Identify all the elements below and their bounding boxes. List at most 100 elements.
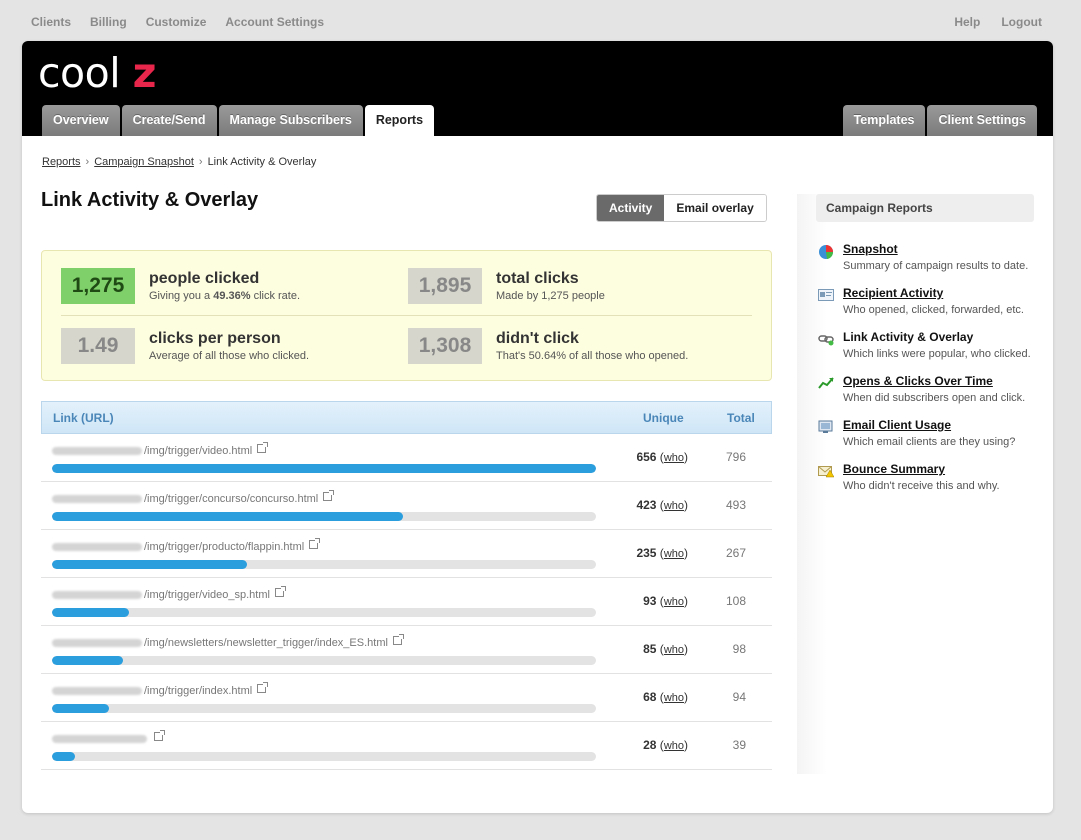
- table-row: /img/trigger/producto/flappin.html 235 (w…: [41, 530, 772, 578]
- who-link[interactable]: who: [664, 740, 684, 752]
- unique-count: 28: [643, 738, 657, 752]
- click-bar: [52, 608, 596, 617]
- who-link[interactable]: who: [664, 500, 684, 512]
- column-header-total[interactable]: Total: [727, 411, 755, 425]
- sidebar-report-title[interactable]: Recipient Activity: [843, 286, 943, 300]
- blurred-domain: [52, 591, 142, 600]
- external-link-icon[interactable]: [309, 538, 321, 549]
- stat-label: total clicks: [496, 270, 579, 287]
- nav-billing-link[interactable]: Billing: [90, 15, 127, 29]
- external-link-icon[interactable]: [257, 442, 269, 453]
- sidebar-report-title[interactable]: Opens & Clicks Over Time: [843, 374, 993, 388]
- monitor-icon: [818, 420, 834, 434]
- tab-create-send[interactable]: Create/Send: [121, 105, 217, 136]
- logo-accent-text: z: [132, 49, 157, 97]
- link-url[interactable]: /img/trigger/producto/flappin.html: [52, 538, 321, 553]
- link-url[interactable]: /img/trigger/video.html: [52, 442, 269, 457]
- link-chain-icon: [818, 332, 834, 346]
- sidebar-report-title: Link Activity & Overlay: [843, 330, 974, 344]
- sidebar-report-item[interactable]: Bounce Summary Who didn't receive this an…: [818, 462, 1038, 502]
- view-toggle: Activity Email overlay: [596, 194, 767, 222]
- click-bar-fill: [52, 512, 403, 521]
- nav-logout-link[interactable]: Logout: [1001, 15, 1042, 29]
- who-link[interactable]: who: [664, 692, 684, 704]
- total-clicks: 267: [725, 546, 746, 560]
- tab-manage-subscribers[interactable]: Manage Subscribers: [218, 105, 363, 136]
- sidebar-report-item[interactable]: Email Client Usage Which email clients ar…: [818, 418, 1038, 458]
- nav-clients-link[interactable]: Clients: [31, 15, 71, 29]
- total-clicks: 39: [732, 738, 746, 752]
- main-tabs: Overview Create/Send Manage Subscribers …: [42, 105, 435, 136]
- sidebar-report-title[interactable]: Email Client Usage: [843, 418, 951, 432]
- link-url[interactable]: /img/newsletters/newsletter_trigger/inde…: [52, 634, 404, 649]
- blurred-domain: [52, 447, 142, 456]
- external-link-icon[interactable]: [323, 490, 335, 501]
- who-link[interactable]: who: [664, 452, 684, 464]
- total-clicks: 108: [725, 594, 746, 608]
- link-url[interactable]: /img/trigger/video_sp.html: [52, 586, 286, 601]
- breadcrumb-reports-link[interactable]: Reports: [42, 156, 81, 168]
- pie-chart-icon: [818, 244, 834, 259]
- unique-clicks: 68 (who): [643, 690, 688, 704]
- who-link[interactable]: who: [664, 596, 684, 608]
- click-bar: [52, 512, 596, 521]
- breadcrumb-separator: ›: [85, 156, 90, 168]
- nav-help-link[interactable]: Help: [954, 15, 980, 29]
- click-bar: [52, 752, 596, 761]
- who-link[interactable]: who: [664, 548, 684, 560]
- nav-account-settings-link[interactable]: Account Settings: [225, 15, 324, 29]
- external-link-icon[interactable]: [257, 682, 269, 693]
- stat-number: 1,895: [408, 268, 482, 304]
- stat-description: Average of all those who clicked.: [149, 350, 309, 362]
- sidebar-report-item[interactable]: Snapshot Summary of campaign results to d…: [818, 242, 1038, 282]
- column-header-unique[interactable]: Unique: [643, 411, 684, 425]
- stat-didnt-click: 1,308 didn't click That's 50.64% of all …: [408, 328, 748, 368]
- total-clicks: 98: [732, 642, 746, 656]
- email-overlay-toggle-button[interactable]: Email overlay: [664, 195, 766, 221]
- line-chart-icon: [818, 376, 834, 390]
- link-path: /img/trigger/producto/flappin.html: [144, 541, 305, 553]
- table-row: /img/newsletters/newsletter_trigger/inde…: [41, 626, 772, 674]
- nav-customize-link[interactable]: Customize: [146, 15, 207, 29]
- stat-desc-text: Giving you a: [149, 290, 214, 302]
- unique-clicks: 423 (who): [636, 498, 688, 512]
- click-bar: [52, 704, 596, 713]
- stat-desc-bold: 49.36%: [213, 290, 251, 302]
- stat-clicks-per-person: 1.49 clicks per person Average of all th…: [61, 328, 401, 368]
- sidebar-report-title[interactable]: Snapshot: [843, 242, 898, 256]
- envelope-warning-icon: [818, 464, 835, 478]
- tab-overview[interactable]: Overview: [42, 105, 120, 136]
- table-body: /img/trigger/video.html 656 (who) 796/img/…: [41, 434, 772, 770]
- blurred-domain: [52, 639, 142, 648]
- unique-count: 423: [636, 498, 657, 512]
- link-url[interactable]: /img/trigger/index.html: [52, 682, 269, 697]
- stat-label: didn't click: [496, 330, 579, 347]
- link-path: /img/trigger/concurso/concurso.html: [144, 493, 319, 505]
- tab-reports[interactable]: Reports: [364, 105, 435, 136]
- activity-toggle-button[interactable]: Activity: [597, 195, 665, 221]
- table-row: /img/trigger/video.html 656 (who) 796: [41, 434, 772, 482]
- column-header-link[interactable]: Link (URL): [53, 411, 114, 425]
- who-link[interactable]: who: [664, 644, 684, 656]
- link-url[interactable]: /img/trigger/concurso/concurso.html: [52, 490, 335, 505]
- tab-templates[interactable]: Templates: [842, 105, 926, 136]
- sidebar-report-description: Which email clients are they using?: [843, 436, 1016, 448]
- stats-summary-panel: 1,275 people clicked Giving you a 49.36%…: [41, 250, 772, 381]
- table-row: /img/trigger/concurso/concurso.html 423 (…: [41, 482, 772, 530]
- stat-description: Giving you a 49.36% click rate.: [149, 290, 300, 302]
- sidebar-report-item[interactable]: Recipient Activity Who opened, clicked, f…: [818, 286, 1038, 326]
- sidebar-report-title[interactable]: Bounce Summary: [843, 462, 945, 476]
- link-url[interactable]: [52, 730, 165, 745]
- breadcrumb-snapshot-link[interactable]: Campaign Snapshot: [94, 156, 194, 168]
- click-bar: [52, 656, 596, 665]
- unique-clicks: 93 (who): [643, 594, 688, 608]
- external-link-icon[interactable]: [392, 634, 404, 645]
- table-row: /img/trigger/video_sp.html 93 (who) 108: [41, 578, 772, 626]
- click-bar: [52, 464, 596, 473]
- sidebar-report-item[interactable]: Opens & Clicks Over Time When did subscri…: [818, 374, 1038, 414]
- brand-logo[interactable]: cool z: [38, 49, 157, 97]
- blurred-domain: [52, 687, 142, 696]
- external-link-icon[interactable]: [154, 730, 165, 741]
- tab-client-settings[interactable]: Client Settings: [927, 105, 1037, 136]
- external-link-icon[interactable]: [274, 586, 286, 597]
